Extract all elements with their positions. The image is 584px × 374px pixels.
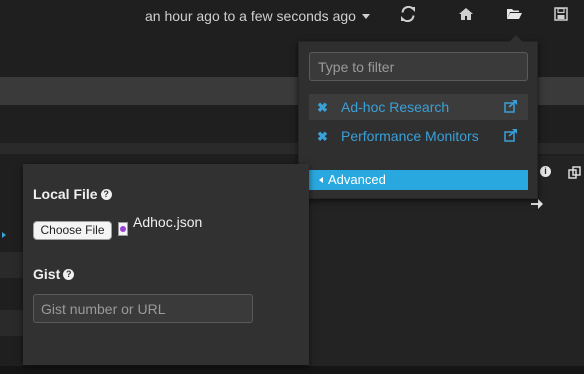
caret-left-icon <box>319 176 323 183</box>
filter-input[interactable] <box>309 52 528 81</box>
refresh-icon[interactable] <box>400 6 418 24</box>
row-collapse-icon[interactable] <box>2 232 6 238</box>
time-range-label: an hour ago to a few seconds ago <box>145 8 356 24</box>
advanced-label: Advanced <box>328 172 386 187</box>
advanced-toggle[interactable]: Advanced <box>309 170 528 190</box>
gist-heading: Gist? <box>33 266 75 282</box>
dropdown-arrow <box>509 35 523 42</box>
delete-icon[interactable]: ✖ <box>317 129 328 145</box>
local-file-title: Local File <box>33 186 98 202</box>
import-panel: Local File? Choose File Adhoc.json Gist? <box>23 164 309 365</box>
save-icon[interactable] <box>553 6 571 24</box>
dashboard-link[interactable]: Performance Monitors <box>341 128 479 144</box>
local-file-heading: Local File? <box>33 186 112 202</box>
share-icon[interactable] <box>504 99 518 113</box>
choose-file-button[interactable]: Choose File <box>33 221 112 240</box>
row-stripe <box>0 252 23 278</box>
help-icon[interactable]: ? <box>63 268 75 280</box>
gist-title: Gist <box>33 266 61 282</box>
caret-down-icon <box>361 13 370 19</box>
dashboard-item[interactable]: ✖ Performance Monitors <box>309 123 528 149</box>
folder-open-icon[interactable] <box>506 6 524 24</box>
footer-strip <box>0 366 584 374</box>
duplicate-icon[interactable] <box>568 166 582 180</box>
home-icon[interactable] <box>458 6 476 24</box>
help-icon[interactable]: ? <box>100 188 112 200</box>
gist-input[interactable] <box>33 294 253 323</box>
arrow-right-icon[interactable] <box>530 197 544 211</box>
load-dashboard-dropdown: ✖ Ad-hoc Research ✖ Performance Monitors… <box>298 35 538 199</box>
dashboard-link[interactable]: Ad-hoc Research <box>341 99 449 115</box>
file-icon <box>118 222 128 236</box>
info-icon[interactable]: i <box>540 166 551 177</box>
file-name: Adhoc.json <box>133 214 203 230</box>
delete-icon[interactable]: ✖ <box>317 100 328 116</box>
share-icon[interactable] <box>504 128 518 142</box>
top-navbar: an hour ago to a few seconds ago <box>0 0 584 33</box>
row-stripe <box>0 310 23 336</box>
time-range-picker[interactable]: an hour ago to a few seconds ago <box>145 8 370 24</box>
dashboard-item[interactable]: ✖ Ad-hoc Research <box>309 94 528 120</box>
